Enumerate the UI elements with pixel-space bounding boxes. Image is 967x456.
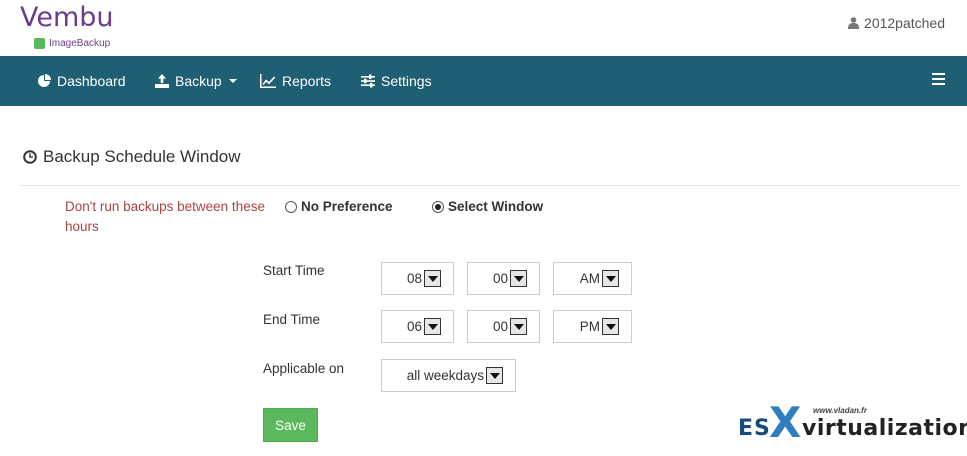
clock-icon xyxy=(23,150,37,164)
start-minute-select[interactable]: 00 xyxy=(467,262,540,295)
schedule-note: Don't run backups between these hours xyxy=(65,199,265,234)
radio-select-window-label: Select Window xyxy=(448,199,544,214)
logo-product: ImageBackup xyxy=(34,38,110,49)
chevron-down-icon xyxy=(228,79,237,83)
chevron-down-icon xyxy=(510,270,527,287)
end-period-select[interactable]: PM xyxy=(553,310,632,343)
chevron-down-icon xyxy=(602,270,619,287)
nav-settings[interactable]: Settings xyxy=(361,56,432,106)
nav-dashboard[interactable]: Dashboard xyxy=(37,56,126,106)
vembu-logo[interactable]: Vembu ImageBackup xyxy=(20,2,130,52)
hamburger-icon[interactable] xyxy=(932,73,945,85)
sliders-icon xyxy=(361,74,375,88)
user-menu[interactable]: 2012patched xyxy=(848,15,945,31)
user-icon xyxy=(848,17,860,29)
end-period-value: PM xyxy=(579,319,600,334)
nav-dashboard-label: Dashboard xyxy=(57,73,126,89)
start-time-label: Start Time xyxy=(263,263,325,278)
title-divider xyxy=(20,185,960,186)
line-chart-icon xyxy=(260,74,276,88)
radio-no-preference-label: No Preference xyxy=(301,199,393,214)
page-title-text: Backup Schedule Window xyxy=(43,147,241,166)
end-time-label: End Time xyxy=(263,312,321,327)
main-navbar: Dashboard Backup Reports Settings xyxy=(0,56,967,106)
radio-no-preference-input[interactable] xyxy=(285,200,297,213)
pie-chart-icon xyxy=(38,74,51,87)
imagebackup-icon xyxy=(34,38,45,49)
nav-settings-label: Settings xyxy=(381,73,432,89)
logo-wordmark: Vembu xyxy=(20,2,114,33)
save-button[interactable]: Save xyxy=(263,408,318,442)
chevron-down-icon xyxy=(424,270,441,287)
start-hour-select[interactable]: 08 xyxy=(381,262,454,295)
top-bar: Vembu ImageBackup 2012patched xyxy=(0,0,967,56)
start-hour-value: 08 xyxy=(406,271,422,286)
nav-reports-label: Reports xyxy=(282,73,332,89)
chevron-down-icon xyxy=(510,318,527,335)
upload-icon xyxy=(155,74,169,88)
user-name: 2012patched xyxy=(864,15,945,31)
chevron-down-icon xyxy=(424,318,441,335)
start-minute-value: 00 xyxy=(492,271,508,286)
watermark-x: X xyxy=(769,398,802,447)
applicable-on-value: all weekdays xyxy=(406,368,484,383)
end-minute-value: 00 xyxy=(492,319,508,334)
chevron-down-icon xyxy=(602,318,619,335)
page-title: Backup Schedule Window xyxy=(23,147,241,167)
applicable-on-label: Applicable on xyxy=(263,361,345,376)
start-period-select[interactable]: AM xyxy=(553,262,632,295)
radio-no-preference[interactable]: No Preference xyxy=(285,199,393,214)
radio-select-window[interactable]: Select Window xyxy=(432,199,543,214)
end-hour-value: 06 xyxy=(406,319,422,334)
applicable-on-select[interactable]: all weekdays xyxy=(381,359,516,392)
watermark-site: www.vladan.fr xyxy=(813,406,867,415)
logo-product-label: ImageBackup xyxy=(49,38,111,49)
nav-backup-label: Backup xyxy=(175,73,222,89)
end-minute-select[interactable]: 00 xyxy=(467,310,540,343)
chevron-down-icon xyxy=(486,367,503,384)
start-period-value: AM xyxy=(579,271,600,286)
end-hour-select[interactable]: 06 xyxy=(381,310,454,343)
watermark-virtualization: virtualization xyxy=(802,416,967,441)
radio-select-window-input[interactable] xyxy=(432,200,444,213)
watermark-es: ES xyxy=(738,416,771,441)
esx-virtualization-watermark: www.vladan.fr ES X virtualization xyxy=(738,398,967,447)
nav-reports[interactable]: Reports xyxy=(260,56,331,106)
nav-backup[interactable]: Backup xyxy=(155,56,237,106)
